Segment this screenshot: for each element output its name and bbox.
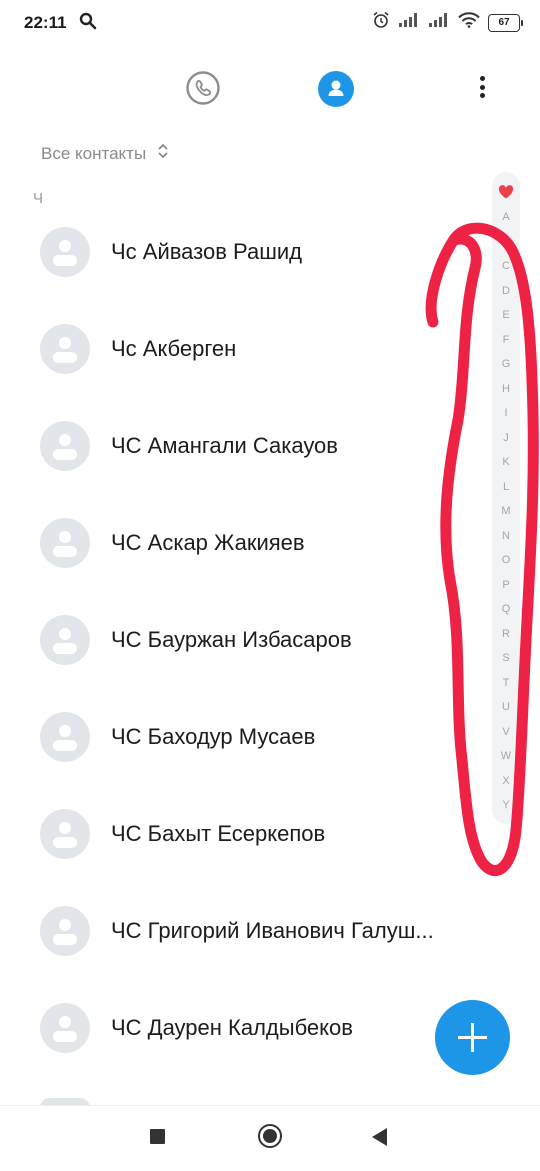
system-nav-bar [0, 1105, 540, 1171]
contact-name: ЧС Аскар Жакияев [111, 530, 305, 555]
contact-item[interactable]: Чс Айвазов Рашид [0, 203, 540, 300]
triangle-back-icon[interactable] [372, 1128, 387, 1146]
avatar [40, 615, 90, 665]
alpha-letter[interactable]: N [492, 527, 520, 552]
avatar [40, 1003, 90, 1053]
contact-item[interactable]: ЧС Аскар Жакияев [0, 494, 540, 591]
alpha-letter[interactable]: V [492, 723, 520, 748]
contact-item[interactable]: Чс Акберген [0, 300, 540, 397]
alpha-letter[interactable]: E [492, 306, 520, 331]
alpha-letter[interactable]: H [492, 380, 520, 405]
avatar [40, 227, 90, 277]
contact-item[interactable]: ЧС Бахыт Есеркепов [0, 785, 540, 882]
contact-item[interactable]: ЧС Баходур Мусаев [0, 688, 540, 785]
contact-name: ЧС Амангали Сакауов [111, 433, 338, 458]
contact-name: ЧС Баходур Мусаев [111, 724, 316, 749]
signal-icon [398, 12, 420, 33]
alpha-letter[interactable]: U [492, 698, 520, 723]
alpha-letter[interactable]: L [492, 478, 520, 503]
alpha-letter[interactable]: Q [492, 600, 520, 625]
contact-list: Чс Айвазов Рашид Чс Акберген ЧС Амангали… [0, 203, 540, 1076]
alpha-letter[interactable]: S [492, 649, 520, 674]
contact-name: ЧС Григорий Иванович Галуш... [111, 918, 434, 943]
signal-icon [428, 12, 450, 33]
alpha-letter[interactable]: A [492, 208, 520, 233]
contact-icon [328, 80, 344, 96]
contacts-filter[interactable]: Все контакты [41, 142, 170, 165]
alpha-letter[interactable]: X [492, 772, 520, 797]
heart-icon[interactable] [498, 185, 514, 204]
square-recents-icon[interactable] [150, 1129, 165, 1144]
alpha-letter[interactable]: F [492, 331, 520, 356]
phone-icon [186, 71, 220, 105]
alpha-letter[interactable]: Y [492, 796, 520, 821]
battery-icon: 67 [488, 13, 523, 32]
alpha-letter[interactable]: T [492, 674, 520, 699]
status-time: 22:11 [24, 13, 67, 32]
alpha-letter[interactable]: M [492, 502, 520, 527]
alpha-letter[interactable]: I [492, 404, 520, 429]
contact-name: ЧС Даурен Калдыбеков [111, 1015, 353, 1040]
avatar [40, 906, 90, 956]
alarm-icon [372, 11, 390, 34]
status-bar: 22:11 67 [0, 0, 540, 46]
alpha-letter[interactable]: K [492, 453, 520, 478]
contact-name: Чс Айвазов Рашид [111, 239, 302, 264]
contact-item[interactable]: ЧС Григорий Иванович Галуш... [0, 882, 540, 979]
alpha-letter[interactable]: B [492, 233, 520, 258]
search-icon [79, 12, 97, 35]
contact-name: ЧС Бауржан Избасаров [111, 627, 352, 652]
alpha-letter[interactable]: J [492, 429, 520, 454]
add-contact-button[interactable] [435, 1000, 510, 1075]
tab-phone[interactable] [186, 71, 220, 105]
circle-home-icon[interactable] [258, 1124, 282, 1148]
avatar [40, 712, 90, 762]
filter-label: Все контакты [41, 143, 147, 163]
contact-item[interactable]: ЧС Бауржан Избасаров [0, 591, 540, 688]
contact-item[interactable]: ЧС Амангали Сакауов [0, 397, 540, 494]
alphabet-index[interactable]: A B C D E F G H I J K L M N O P Q R S T … [492, 172, 520, 824]
tab-contacts[interactable] [318, 71, 354, 107]
alpha-letter[interactable]: C [492, 257, 520, 282]
contact-name: ЧС Бахыт Есеркепов [111, 821, 326, 846]
alpha-letter[interactable]: P [492, 576, 520, 601]
contact-name: Чс Акберген [111, 336, 237, 361]
avatar [40, 421, 90, 471]
wifi-icon [458, 12, 480, 33]
alpha-letter[interactable]: G [492, 355, 520, 380]
avatar [40, 324, 90, 374]
more-vertical-icon[interactable] [470, 76, 494, 102]
avatar [40, 518, 90, 568]
alpha-letter[interactable]: O [492, 551, 520, 576]
alpha-letter[interactable]: R [492, 625, 520, 650]
alpha-letter[interactable]: W [492, 747, 520, 772]
avatar [40, 809, 90, 859]
chevron-up-down-icon [156, 142, 170, 165]
alpha-letter[interactable]: D [492, 282, 520, 307]
